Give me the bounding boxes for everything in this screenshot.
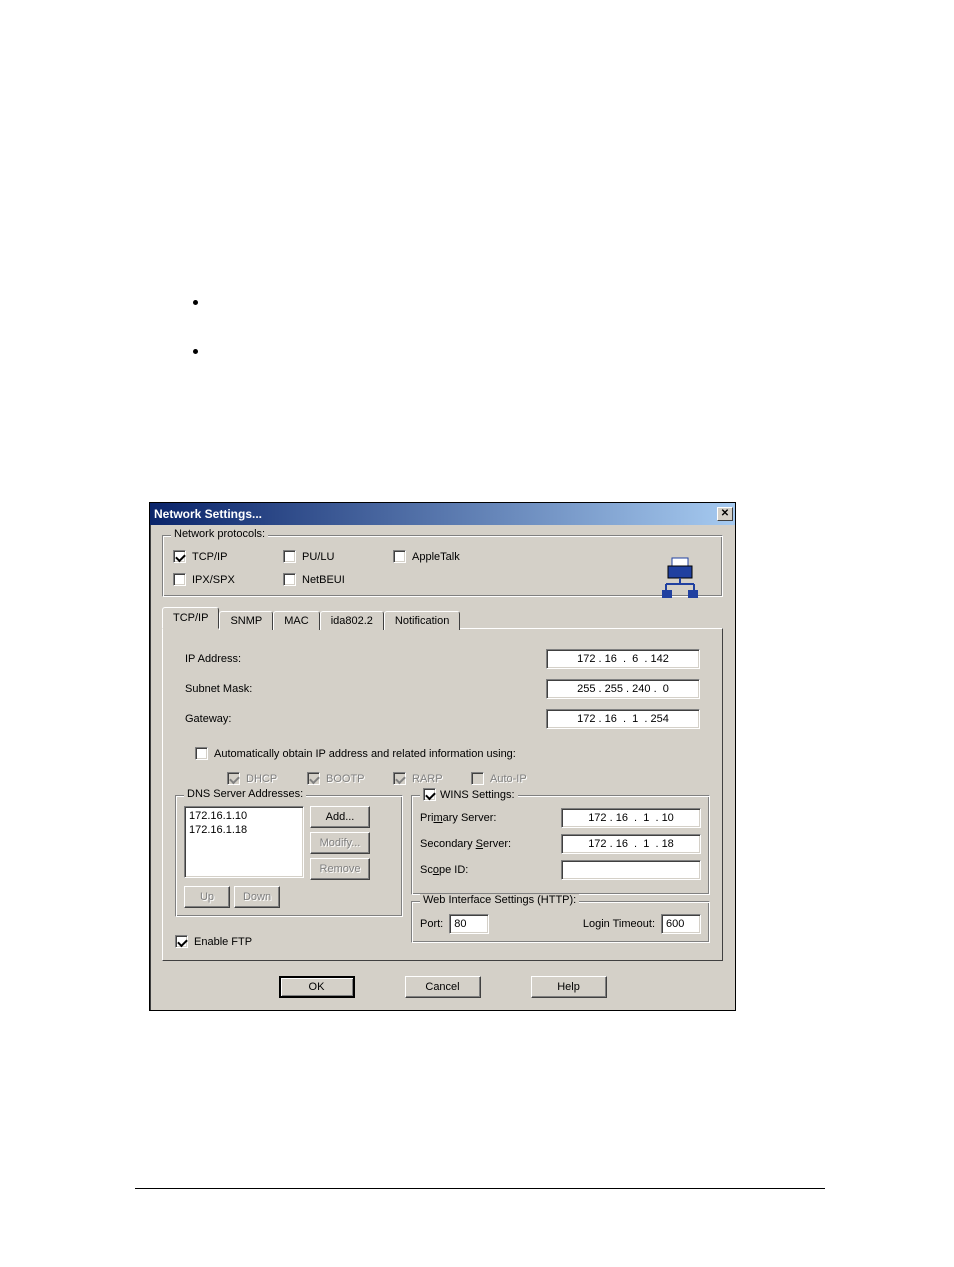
scope-id-input[interactable] xyxy=(561,860,701,880)
tab-mac[interactable]: MAC xyxy=(273,611,319,630)
appletalk-checkbox[interactable]: AppleTalk xyxy=(393,550,503,563)
dhcp-checkbox: DHCP xyxy=(227,772,299,785)
dialog-title: Network Settings... xyxy=(154,507,262,521)
tab-bar: TCP/IP SNMP MAC ida802.2 Notification xyxy=(162,607,723,629)
enable-ftp-checkbox[interactable]: Enable FTP xyxy=(175,935,403,948)
ipxspx-checkbox[interactable]: IPX/SPX xyxy=(173,573,283,586)
dns-group-label: DNS Server Addresses: xyxy=(184,788,306,800)
pulu-checkbox[interactable]: PU/LU xyxy=(283,550,393,563)
bullet-list xyxy=(170,291,210,389)
port-label: Port: xyxy=(420,918,443,930)
http-settings-group: Web Interface Settings (HTTP): Port: Log… xyxy=(411,901,710,943)
autoip-checkbox: Auto-IP xyxy=(471,772,549,785)
login-timeout-input[interactable] xyxy=(661,914,701,934)
dns-up-button: Up xyxy=(184,886,230,908)
checkbox-icon xyxy=(307,772,320,785)
tab-snmp[interactable]: SNMP xyxy=(219,611,273,630)
network-protocols-group: Network protocols: TCP/IP PU/LU AppleTal… xyxy=(162,535,723,597)
tab-ida8022[interactable]: ida802.2 xyxy=(320,611,384,630)
cancel-button[interactable]: Cancel xyxy=(405,976,481,998)
bootp-checkbox: BOOTP xyxy=(307,772,385,785)
auto-obtain-checkbox[interactable]: Automatically obtain IP address and rela… xyxy=(195,747,516,760)
primary-server-input[interactable] xyxy=(561,808,701,828)
checkbox-icon xyxy=(175,935,188,948)
dialog-action-buttons: OK Cancel Help xyxy=(162,976,723,998)
dns-modify-button: Modify... xyxy=(310,832,370,854)
dhcp-label: DHCP xyxy=(246,773,277,785)
gateway-label: Gateway: xyxy=(185,713,305,725)
page-rule xyxy=(135,1188,825,1189)
autoip-label: Auto-IP xyxy=(490,773,527,785)
checkbox-icon xyxy=(393,772,406,785)
network-settings-dialog: Network Settings... ✕ Network protocols:… xyxy=(149,502,736,1011)
checkbox-icon xyxy=(423,788,436,801)
bootp-label: BOOTP xyxy=(326,773,365,785)
rarp-checkbox: RARP xyxy=(393,772,463,785)
secondary-server-input[interactable] xyxy=(561,834,701,854)
tab-notification[interactable]: Notification xyxy=(384,611,460,630)
ip-address-label: IP Address: xyxy=(185,653,305,665)
subnet-mask-label: Subnet Mask: xyxy=(185,683,305,695)
checkbox-icon xyxy=(471,772,484,785)
close-button[interactable]: ✕ xyxy=(717,507,733,521)
dns-down-button: Down xyxy=(234,886,280,908)
dialog-body: Network protocols: TCP/IP PU/LU AppleTal… xyxy=(150,525,735,1010)
checkbox-icon xyxy=(227,772,240,785)
gateway-input[interactable] xyxy=(546,709,700,729)
help-button[interactable]: Help xyxy=(531,976,607,998)
network-printer-icon xyxy=(658,556,702,600)
checkbox-icon xyxy=(283,550,296,563)
pulu-label: PU/LU xyxy=(302,551,334,563)
enable-ftp-label: Enable FTP xyxy=(194,936,252,948)
dns-server-list[interactable]: 172.16.1.10 172.16.1.18 xyxy=(184,806,304,878)
port-input[interactable] xyxy=(449,914,489,934)
checkbox-icon xyxy=(393,550,406,563)
tcpip-label: TCP/IP xyxy=(192,551,227,563)
titlebar: Network Settings... ✕ xyxy=(150,503,735,525)
scope-id-label: Scope ID: xyxy=(420,864,468,876)
ipxspx-label: IPX/SPX xyxy=(192,574,235,586)
auto-obtain-label: Automatically obtain IP address and rela… xyxy=(214,748,516,760)
dns-remove-button: Remove xyxy=(310,858,370,880)
appletalk-label: AppleTalk xyxy=(412,551,460,563)
ok-button[interactable]: OK xyxy=(279,976,355,998)
dns-item[interactable]: 172.16.1.18 xyxy=(189,823,299,837)
wins-label-text: WINS Settings: xyxy=(440,789,515,801)
checkbox-icon xyxy=(283,573,296,586)
tcpip-checkbox[interactable]: TCP/IP xyxy=(173,550,283,563)
rarp-label: RARP xyxy=(412,773,443,785)
netbeui-label: NetBEUI xyxy=(302,574,345,586)
netbeui-checkbox[interactable]: NetBEUI xyxy=(283,573,393,586)
dns-add-button[interactable]: Add... xyxy=(310,806,370,828)
wins-group-label[interactable]: WINS Settings: xyxy=(420,788,518,801)
secondary-server-label: Secondary Server: xyxy=(420,838,511,850)
http-group-label: Web Interface Settings (HTTP): xyxy=(420,894,579,906)
network-protocols-label: Network protocols: xyxy=(171,528,268,540)
subnet-mask-input[interactable] xyxy=(546,679,700,699)
primary-server-label: Primary Server: xyxy=(420,812,496,824)
checkbox-icon xyxy=(195,747,208,760)
checkbox-icon xyxy=(173,573,186,586)
ip-address-input[interactable] xyxy=(546,649,700,669)
dns-server-group: DNS Server Addresses: 172.16.1.10 172.16… xyxy=(175,795,403,917)
tab-tcpip[interactable]: TCP/IP xyxy=(162,607,219,629)
dns-item[interactable]: 172.16.1.10 xyxy=(189,809,299,823)
checkbox-icon xyxy=(173,550,186,563)
login-timeout-label: Login Timeout: xyxy=(583,918,655,930)
wins-settings-group: WINS Settings: Primary Server: Secondary… xyxy=(411,795,710,895)
tcpip-panel: IP Address: Subnet Mask: Gateway: Automa… xyxy=(162,628,723,961)
